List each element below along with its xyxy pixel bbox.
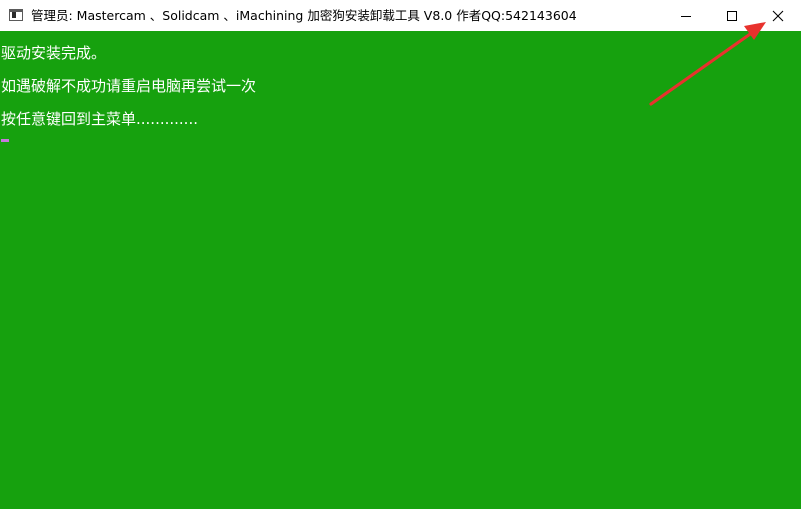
console-output-area[interactable]: 驱动安装完成。 如遇破解不成功请重启电脑再尝试一次 按任意键回到主菜单.....… bbox=[0, 31, 801, 509]
close-icon bbox=[772, 10, 784, 21]
window-title: 管理员: Mastercam 、Solidcam 、iMachining 加密狗… bbox=[31, 8, 577, 23]
close-button[interactable] bbox=[755, 0, 801, 31]
minimize-icon bbox=[681, 15, 691, 17]
text-cursor bbox=[1, 139, 9, 142]
maximize-button[interactable] bbox=[709, 0, 755, 31]
title-bar[interactable]: 管理员: Mastercam 、Solidcam 、iMachining 加密狗… bbox=[0, 0, 801, 31]
console-line: 如遇破解不成功请重启电脑再尝试一次 bbox=[1, 77, 257, 95]
minimize-button[interactable] bbox=[663, 0, 709, 31]
maximize-icon bbox=[727, 10, 737, 21]
console-line: 驱动安装完成。 bbox=[1, 44, 107, 62]
console-line: 按任意键回到主菜单............. bbox=[1, 110, 198, 128]
console-window-icon bbox=[9, 9, 23, 21]
console-window: 管理员: Mastercam 、Solidcam 、iMachining 加密狗… bbox=[0, 0, 801, 509]
